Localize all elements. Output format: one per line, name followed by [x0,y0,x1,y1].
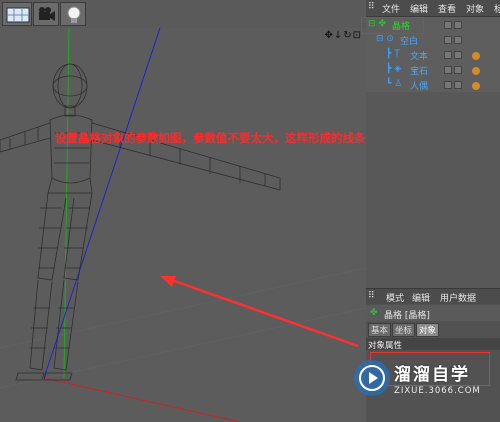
object-name: 空白 [400,37,419,47]
null-icon: ⊟ ⊙ [376,34,394,44]
lightbulb-icon [67,6,81,23]
object-manager-empty-area[interactable] [366,92,500,288]
menu-view[interactable]: 查看 [438,2,456,15]
menu-object[interactable]: 对象 [466,2,484,15]
render-view-button[interactable] [2,2,32,26]
gem-icon: ┣ ◈ [386,64,402,74]
tab-object[interactable]: 对象 [416,323,440,337]
watermark-brand: 溜溜自学 [394,365,470,385]
object-row-null[interactable]: ⊟ ⊙ 空白 [366,34,500,48]
visibility-dots[interactable] [444,81,464,92]
menu-file[interactable]: 文件 [382,2,400,15]
tab-basic[interactable]: 基本 [368,323,392,337]
annotation-text: 设置晶格对象的参数如图，参数值不要太大，这样形成的线条细些 [55,131,366,145]
material-tag[interactable] [472,82,480,90]
attribute-title: 晶格 [晶格] [384,311,430,321]
watermark-url: ZIXUE.3066.COM [394,386,481,396]
play-logo-icon [354,360,390,396]
menu-attr-edit[interactable]: 编辑 [412,291,430,304]
visibility-dots[interactable] [444,21,464,32]
object-row-gem[interactable]: ┣ ◈ 宝石 [366,64,500,78]
menu-mode[interactable]: 模式 [386,291,404,304]
3d-viewport[interactable]: ✥↓↻⊡ 设置晶格对象的参数如图，参数值不要太大，这样形成的线条细些 [0,28,366,422]
x-axis-line [43,377,241,422]
visibility-dots[interactable] [444,66,464,77]
watermark: 溜溜自学 ZIXUE.3066.COM [350,352,500,412]
attribute-title-bar: ✤ 晶格 [晶格] [366,305,500,321]
visibility-dots[interactable] [444,36,464,47]
viewport-scene [0,28,366,422]
object-name: 人偶 [410,82,429,92]
grip-icon[interactable]: ⠿ [368,2,375,12]
film-grid-icon [6,7,30,23]
menu-userdata[interactable]: 用户数据 [440,291,476,304]
tab-coord[interactable]: 坐标 [392,323,416,337]
camera-icon [39,7,55,21]
figure-icon: ┗ ♙ [386,79,403,89]
wireframe-figure [0,63,281,381]
material-tag[interactable] [472,52,480,60]
object-row-figure[interactable]: ┗ ♙ 人偶 [366,79,500,93]
attribute-manager-menubar: ⠿ 模式 编辑 用户数据 [366,289,500,304]
lattice-icon: ✤ [370,308,378,318]
toolbar [0,0,366,28]
object-name: 宝石 [410,67,429,77]
section-title: 对象属性 [368,341,403,351]
annotation-arrow [165,276,359,348]
text-icon: ┣ Ṭ [386,49,400,59]
material-tag[interactable] [472,67,480,75]
light-button[interactable] [60,2,86,26]
attribute-tabs: 基本 坐标 对象 [368,323,440,337]
visibility-dots[interactable] [444,51,464,62]
object-name: 文本 [410,52,429,62]
object-properties-header: 对象属性 [366,338,500,351]
grip-icon[interactable]: ⠿ [368,291,375,301]
object-row-text[interactable]: ┣ Ṭ 文本 [366,49,500,63]
menu-more[interactable]: 标 [494,2,500,15]
object-highlight-box [361,17,424,34]
camera-button[interactable] [33,2,59,26]
menu-edit[interactable]: 编辑 [410,2,428,15]
viewport-nav-icons[interactable]: ✥↓↻⊡ [324,30,362,41]
object-manager-menubar: ⠿ 文件 编辑 查看 对象 标 [366,0,500,17]
